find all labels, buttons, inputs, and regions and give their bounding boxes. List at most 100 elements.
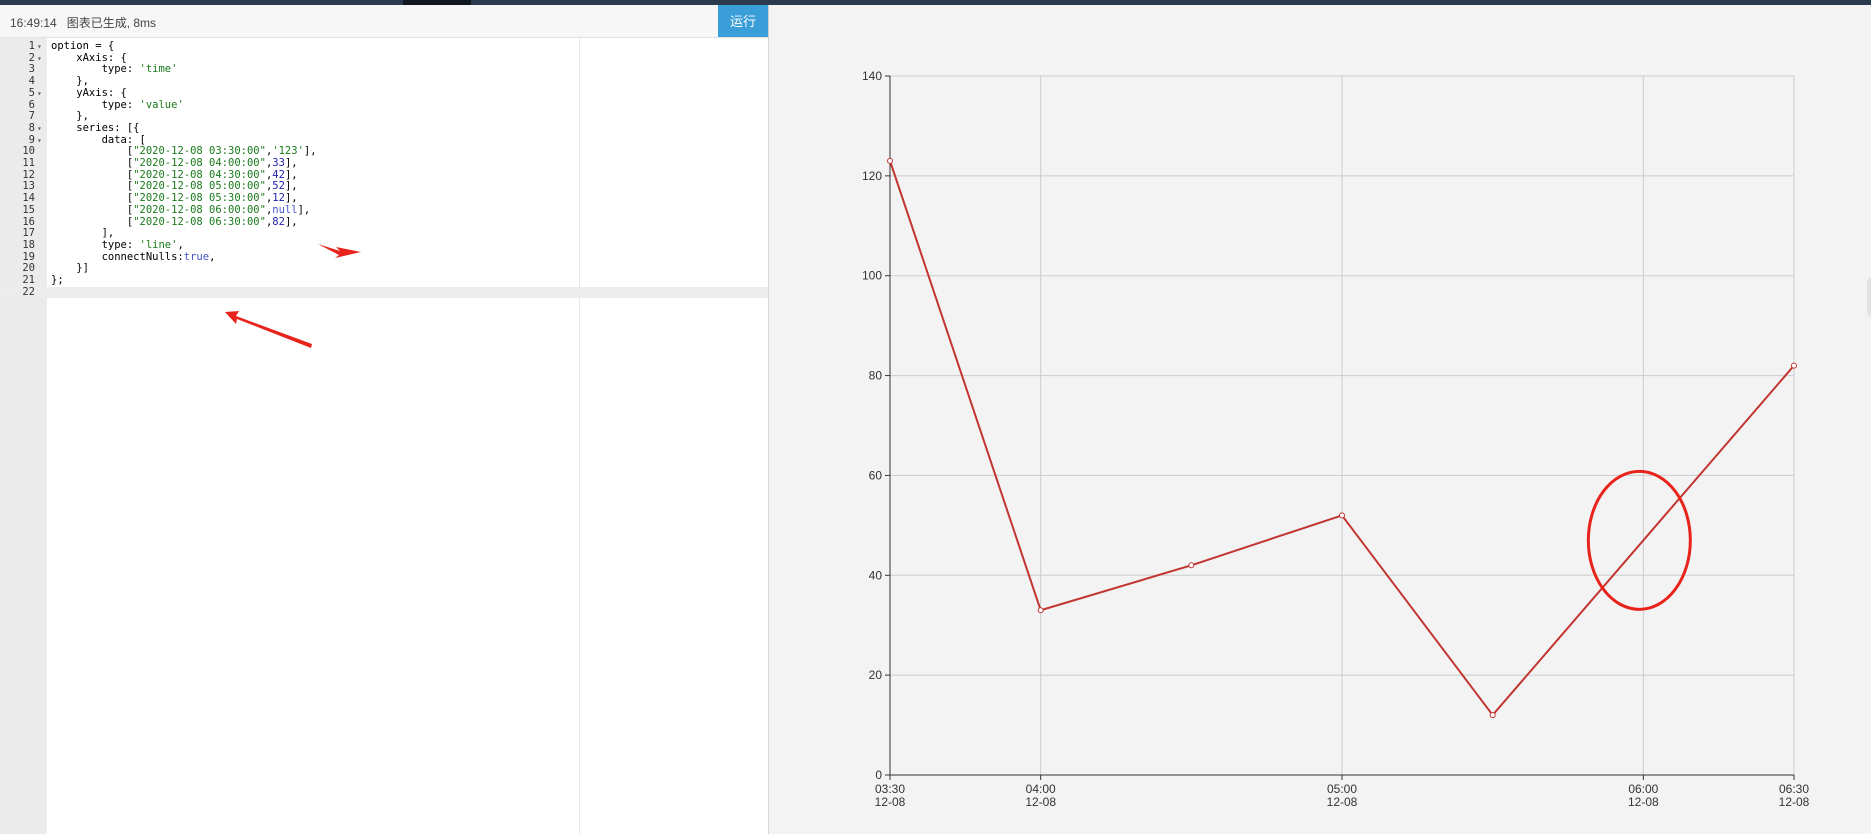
fold-toggle-icon[interactable]: ▾	[37, 88, 42, 100]
line-number: 21	[22, 274, 35, 286]
status-text: 16:49:14 图表已生成, 8ms	[10, 14, 156, 31]
code-line[interactable]: 21};	[0, 274, 768, 287]
y-tick-label: 20	[869, 668, 883, 682]
line-number: 15	[22, 203, 35, 216]
code-text: };	[51, 274, 64, 287]
code-token: },	[51, 75, 89, 88]
line-number: 18	[22, 238, 35, 251]
code-line[interactable]: 16 ["2020-12-08 06:30:00",82],	[0, 215, 768, 229]
code-line[interactable]: 3 type: 'time'	[0, 64, 768, 76]
fold-toggle-icon[interactable]: ▾	[37, 123, 42, 135]
data-point	[1037, 607, 1044, 614]
code-token: ],	[284, 180, 298, 193]
x-tick-label-date: 12-08	[1025, 795, 1056, 809]
code-token: [	[51, 215, 134, 228]
resize-handle[interactable]	[1867, 277, 1871, 317]
y-tick-label: 140	[862, 69, 882, 83]
code-token: ,	[209, 250, 216, 263]
code-token: 'value'	[139, 98, 184, 111]
line-number: 1	[28, 40, 35, 52]
code-token: "2020-12-08 06:30:00"	[133, 215, 266, 228]
code-token: ],	[284, 168, 298, 181]
code-token: [	[51, 157, 134, 169]
code-token: null	[272, 203, 298, 216]
code-token: ],	[297, 203, 311, 216]
chart-pane: 0 20 40 60 80 100 120 140 03:30 12-08 04:00 12-08 05…	[769, 5, 1871, 834]
line-number: 5	[28, 86, 35, 99]
code-token: ],	[51, 227, 115, 240]
code-token: ,	[177, 238, 184, 251]
data-point	[1339, 512, 1345, 519]
y-tick-label: 40	[869, 568, 883, 582]
code-token: "2020-12-08 06:00:00"	[133, 203, 266, 216]
code-token: 'time'	[139, 63, 178, 76]
code-token: '123'	[272, 145, 304, 158]
line-chart: 02040608010012014003:3012-0804:0012-0805…	[862, 69, 1810, 809]
code-token: "2020-12-08 04:00:00"	[133, 157, 266, 169]
status-time: 16:49:14	[10, 16, 57, 30]
code-token: data: [	[51, 133, 146, 146]
code-line[interactable]: 22	[0, 285, 768, 299]
code-editor-pane: 16:49:14 图表已生成, 8ms 运行 1 ▾ option = {2 ▾ xAx…	[0, 5, 769, 834]
fold-toggle-icon[interactable]: ▾	[37, 41, 42, 53]
code-token: xAxis: {	[51, 51, 127, 64]
code-line[interactable]: 19 connectNulls:true,	[0, 250, 768, 264]
x-tick-label-time: 03:30	[875, 782, 905, 796]
code-token: 42	[272, 168, 285, 181]
x-tick-label-date: 12-08	[1327, 795, 1358, 809]
fold-toggle-icon[interactable]: ▾	[37, 135, 42, 147]
code-token: yAxis: {	[51, 86, 127, 99]
y-tick-label: 100	[862, 269, 882, 283]
code-token: series: [{	[51, 121, 140, 134]
fold-toggle-icon[interactable]: ▾	[37, 53, 42, 65]
x-tick-label-time: 06:30	[1779, 782, 1809, 796]
y-tick-label: 120	[862, 169, 882, 183]
code-token: type:	[51, 98, 140, 111]
x-tick-label-date: 12-08	[1628, 795, 1659, 809]
code-token: [	[51, 203, 134, 216]
data-point	[1489, 712, 1496, 719]
data-point	[1188, 562, 1195, 569]
code-token: ],	[284, 192, 298, 205]
code-token: "2020-12-08 05:00:00"	[133, 180, 266, 193]
code-token: ],	[303, 145, 317, 158]
data-point	[887, 157, 893, 164]
code-token: "2020-12-08 03:30:00"	[133, 145, 266, 158]
x-tick-label-date: 12-08	[1779, 795, 1810, 809]
status-message: 图表已生成, 8ms	[66, 16, 157, 30]
x-tick-label-time: 04:00	[1026, 782, 1056, 796]
y-tick-label: 0	[875, 768, 882, 782]
code-token: [	[51, 192, 134, 205]
x-tick-label-time: 05:00	[1327, 782, 1357, 796]
code-token: };	[51, 274, 64, 286]
annotation-circle	[1586, 469, 1692, 611]
code-token: [	[51, 145, 134, 158]
code-token: [	[51, 180, 134, 193]
code-token: "2020-12-08 05:30:00"	[133, 192, 266, 205]
x-tick-label-date: 12-08	[875, 795, 906, 809]
line-number: 22	[22, 285, 35, 298]
y-tick-label: 60	[869, 468, 883, 482]
run-button[interactable]: 运行	[718, 5, 768, 37]
line-number: 8	[28, 121, 35, 134]
line-number: 11	[22, 157, 35, 169]
code-token: ],	[284, 157, 298, 169]
code-line[interactable]: 6 type: 'value'	[0, 98, 768, 112]
code-token: connectNulls:	[51, 250, 184, 263]
code-token: "2020-12-08 04:30:00"	[133, 168, 266, 181]
code-token: type:	[51, 63, 140, 76]
code-token: 82	[272, 215, 285, 228]
x-tick-label-time: 06:00	[1628, 782, 1658, 796]
code-token: 52	[272, 180, 285, 193]
code-token: ],	[284, 215, 298, 228]
code-token: 'line'	[139, 238, 178, 251]
code-line[interactable]: 20 }]	[0, 262, 768, 275]
status-bar: 16:49:14 图表已生成, 8ms 运行	[0, 5, 768, 38]
code-token: 33	[272, 157, 285, 169]
y-tick-label: 80	[869, 369, 883, 383]
data-point	[1791, 362, 1797, 369]
code-token: 12	[272, 192, 285, 205]
code-token: option = {	[51, 40, 115, 52]
code-token: true	[183, 250, 210, 263]
code-token: },	[51, 110, 89, 123]
